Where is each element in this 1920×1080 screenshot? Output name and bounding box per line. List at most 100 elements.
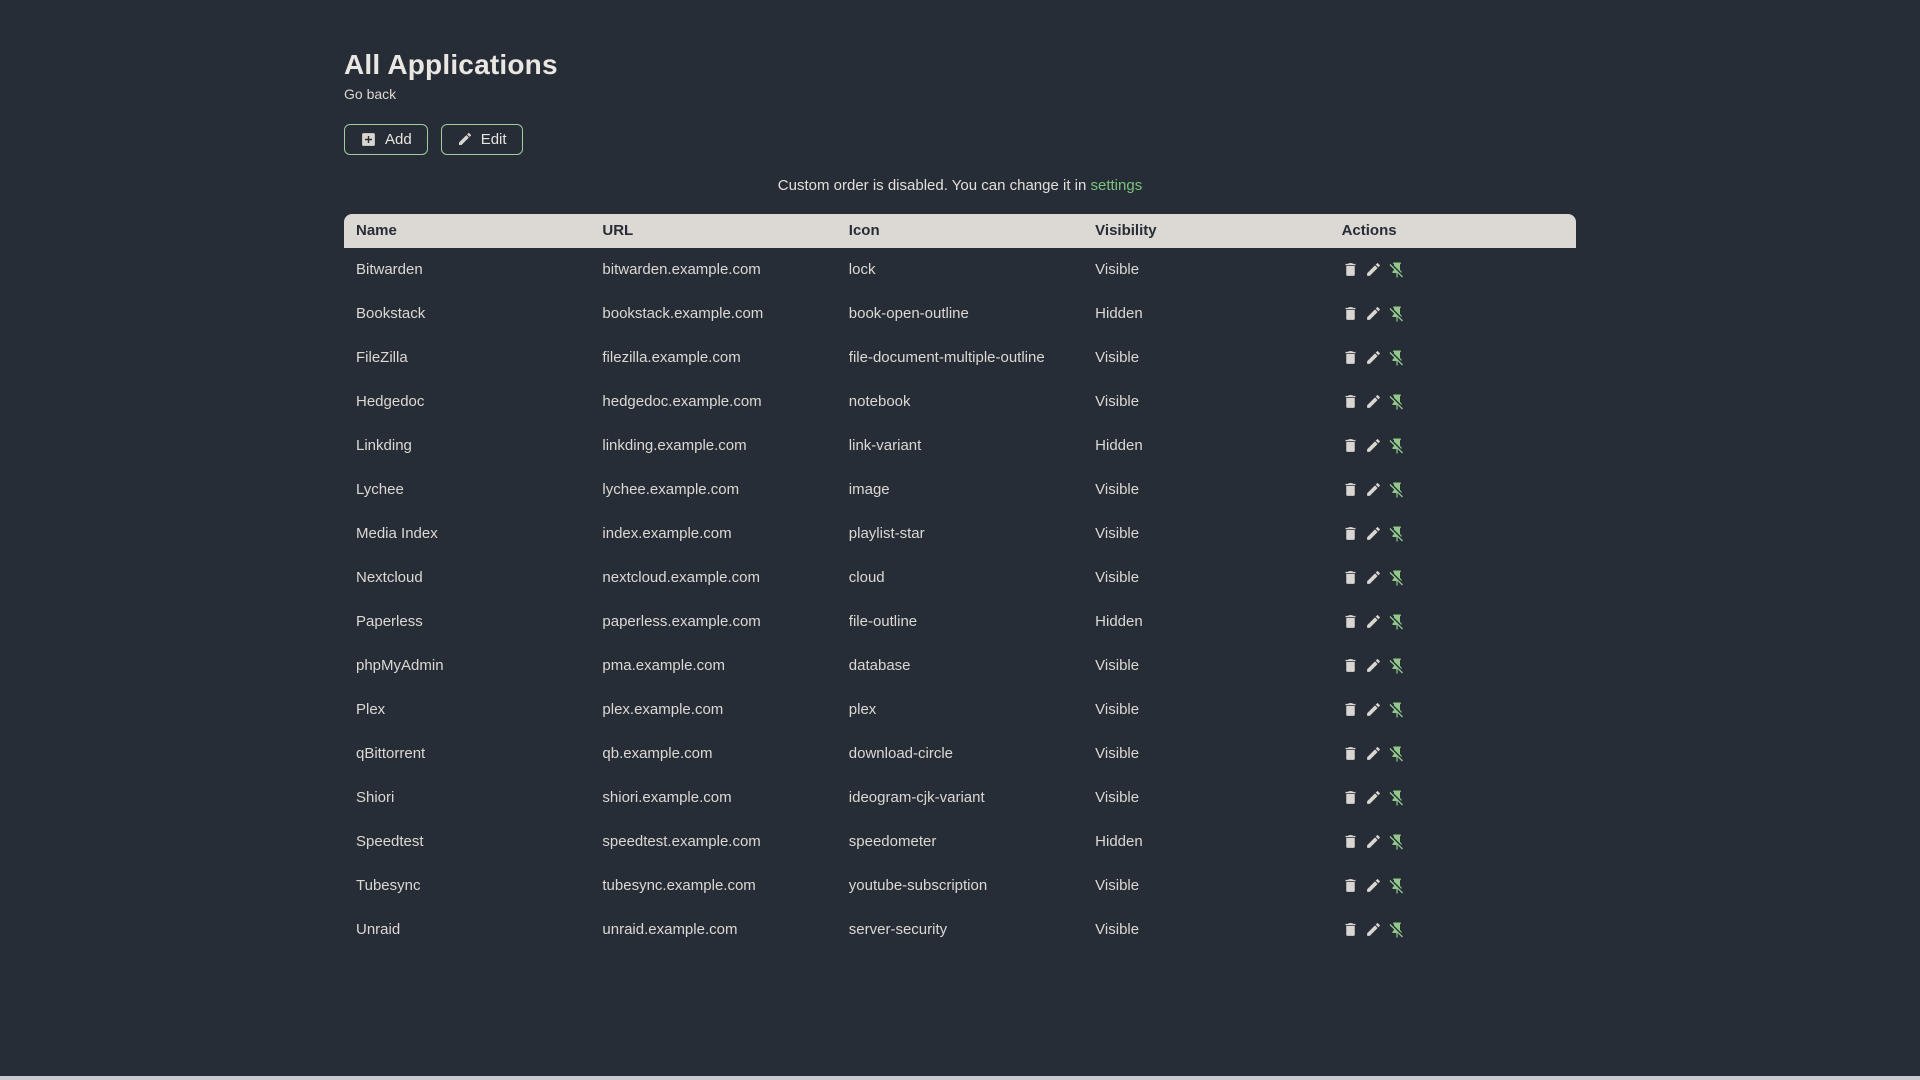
delete-icon[interactable] [1342,437,1359,454]
cell-visibility: Visible [1095,393,1140,411]
cell-url: index.example.com [602,525,732,543]
table-row: Lychee lychee.example.com image Visible [344,468,1576,512]
cell-url: bookstack.example.com [602,305,764,323]
cell-actions [1330,305,1576,323]
delete-icon[interactable] [1342,701,1359,718]
add-button-label: Add [385,130,412,148]
table-row: phpMyAdmin pma.example.com database Visi… [344,644,1576,688]
cell-actions [1330,789,1576,807]
cell-icon: file-document-multiple-outline [848,349,1045,367]
pin-off-icon[interactable] [1388,437,1406,455]
cell-visibility: Hidden [1095,833,1143,851]
pin-off-icon[interactable] [1388,701,1406,719]
cell-name: Hedgedoc [356,393,425,411]
table-row: Speedtest speedtest.example.com speedome… [344,820,1576,864]
cell-actions [1330,569,1576,587]
edit-button[interactable]: Edit [440,123,523,155]
cell-icon: server-security [848,921,948,939]
edit-icon[interactable] [1365,745,1382,762]
delete-icon[interactable] [1342,789,1359,806]
table-row: Tubesync tubesync.example.com youtube-su… [344,864,1576,908]
edit-icon[interactable] [1365,481,1382,498]
edit-icon[interactable] [1365,349,1382,366]
table-row: Nextcloud nextcloud.example.com cloud Vi… [344,556,1576,600]
edit-icon[interactable] [1365,261,1382,278]
delete-icon[interactable] [1342,393,1359,410]
pin-off-icon[interactable] [1388,657,1406,675]
table-row: Linkding linkding.example.com link-varia… [344,424,1576,468]
pin-off-icon[interactable] [1388,877,1406,895]
edit-button-label: Edit [480,130,507,148]
cell-url: bitwarden.example.com [602,261,761,279]
delete-icon[interactable] [1342,481,1359,498]
cell-url: linkding.example.com [602,437,747,455]
edit-icon[interactable] [1365,569,1382,586]
cell-actions [1330,481,1576,499]
cell-visibility: Visible [1095,261,1140,279]
delete-icon[interactable] [1342,613,1359,630]
pin-off-icon[interactable] [1388,261,1406,279]
pin-off-icon[interactable] [1388,613,1406,631]
cell-icon: ideogram-cjk-variant [848,789,985,807]
pin-off-icon[interactable] [1388,921,1406,939]
cell-icon: lock [848,261,876,279]
cell-actions [1330,393,1576,411]
edit-icon[interactable] [1365,789,1382,806]
delete-icon[interactable] [1342,745,1359,762]
pin-off-icon[interactable] [1388,525,1406,543]
settings-link[interactable]: settings [1091,177,1143,194]
delete-icon[interactable] [1342,833,1359,850]
cell-url: unraid.example.com [602,921,738,939]
cell-name: Linkding [356,437,412,455]
delete-icon[interactable] [1342,921,1359,938]
delete-icon[interactable] [1342,261,1359,278]
table-row: Unraid unraid.example.com server-securit… [344,908,1576,952]
table-row: Paperless paperless.example.com file-out… [344,600,1576,644]
cell-actions [1330,657,1576,675]
cell-visibility: Visible [1095,701,1140,719]
cell-name: Bitwarden [356,261,423,279]
edit-icon[interactable] [1365,833,1382,850]
cell-visibility: Visible [1095,657,1140,675]
cell-visibility: Hidden [1095,437,1143,455]
edit-icon[interactable] [1365,701,1382,718]
edit-icon[interactable] [1365,525,1382,542]
cell-icon: youtube-subscription [848,877,988,895]
go-back-link[interactable]: Go back [344,86,396,102]
edit-icon[interactable] [1365,877,1382,894]
delete-icon[interactable] [1342,569,1359,586]
cell-icon: plex [848,701,877,719]
edit-icon[interactable] [1365,613,1382,630]
pin-off-icon[interactable] [1388,305,1406,323]
edit-icon[interactable] [1365,393,1382,410]
cell-actions [1330,437,1576,455]
edit-icon[interactable] [1365,305,1382,322]
add-button[interactable]: Add [344,123,428,155]
delete-icon[interactable] [1342,305,1359,322]
cell-name: Media Index [356,525,438,543]
pin-off-icon[interactable] [1388,349,1406,367]
cell-name: Paperless [356,613,423,631]
header-name: Name [356,222,397,240]
cell-icon: cloud [848,569,885,587]
pin-off-icon[interactable] [1388,833,1406,851]
pin-off-icon[interactable] [1388,569,1406,587]
cell-visibility: Visible [1095,745,1140,763]
edit-icon[interactable] [1365,921,1382,938]
delete-icon[interactable] [1342,657,1359,674]
pin-off-icon[interactable] [1388,745,1406,763]
edit-icon[interactable] [1365,437,1382,454]
delete-icon[interactable] [1342,877,1359,894]
pin-off-icon[interactable] [1388,393,1406,411]
cell-visibility: Visible [1095,349,1140,367]
header-visibility: Visibility [1095,222,1157,240]
edit-icon[interactable] [1365,657,1382,674]
delete-icon[interactable] [1342,349,1359,366]
cell-icon: database [848,657,911,675]
delete-icon[interactable] [1342,525,1359,542]
table-row: Bookstack bookstack.example.com book-ope… [344,292,1576,336]
pin-off-icon[interactable] [1388,481,1406,499]
cell-visibility: Visible [1095,569,1140,587]
cell-visibility: Visible [1095,921,1140,939]
pin-off-icon[interactable] [1388,789,1406,807]
